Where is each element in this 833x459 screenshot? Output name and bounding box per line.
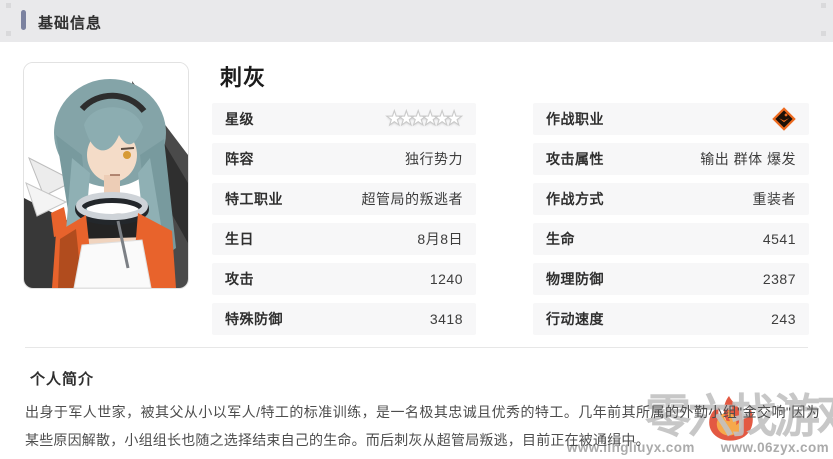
stat-table-right: 作战职业 攻击属性 输出 群体 爆发 作战方式 重装者 生命 4541 物理防御… bbox=[533, 103, 809, 343]
section-divider bbox=[25, 347, 808, 348]
stat-label: 特工职业 bbox=[225, 189, 283, 209]
profile-text: 出身于军人世家，被其父从小以军人/特工的标准训练，是一名极其忠诚且优秀的特工。几… bbox=[25, 398, 820, 454]
watermark-dot bbox=[821, 31, 826, 36]
stat-value: 超管局的叛逃者 bbox=[362, 189, 464, 209]
row-speed: 行动速度 243 bbox=[533, 303, 809, 335]
row-hp: 生命 4541 bbox=[533, 223, 809, 255]
stat-value: 1240 bbox=[430, 271, 463, 287]
row-faction: 阵容 独行势力 bbox=[212, 143, 476, 175]
watermark-dot bbox=[821, 3, 826, 8]
star-rating: ★★★★★★ bbox=[385, 109, 463, 129]
stat-label: 星级 bbox=[225, 109, 254, 129]
stat-label: 生命 bbox=[546, 229, 575, 249]
header-accent-bar bbox=[21, 10, 26, 30]
character-info-page: 基础信息 bbox=[0, 0, 833, 459]
stat-label: 生日 bbox=[225, 229, 254, 249]
stat-label: 攻击属性 bbox=[546, 149, 604, 169]
stat-label: 阵容 bbox=[225, 149, 254, 169]
row-attack-attribute: 攻击属性 输出 群体 爆发 bbox=[533, 143, 809, 175]
stat-value: 8月8日 bbox=[417, 229, 463, 249]
character-portrait-art bbox=[24, 63, 188, 288]
defender-class-diamond-icon bbox=[772, 107, 796, 131]
stat-value: 243 bbox=[771, 311, 796, 327]
row-combat-class: 作战职业 bbox=[533, 103, 809, 135]
row-agent-class: 特工职业 超管局的叛逃者 bbox=[212, 183, 476, 215]
stat-value: 输出 群体 爆发 bbox=[700, 149, 796, 169]
stat-label: 作战方式 bbox=[546, 189, 604, 209]
stat-value: 重装者 bbox=[753, 189, 797, 209]
stat-value: 2387 bbox=[763, 271, 796, 287]
watermark-dot bbox=[6, 31, 11, 36]
stat-label: 作战职业 bbox=[546, 109, 604, 129]
character-name: 刺灰 bbox=[220, 60, 266, 92]
row-combat-style: 作战方式 重装者 bbox=[533, 183, 809, 215]
row-attack: 攻击 1240 bbox=[212, 263, 476, 295]
row-star-level: 星级 ★★★★★★ bbox=[212, 103, 476, 135]
row-birthday: 生日 8月8日 bbox=[212, 223, 476, 255]
row-special-defense: 特殊防御 3418 bbox=[212, 303, 476, 335]
stat-value: 独行势力 bbox=[405, 149, 463, 169]
stat-value: 3418 bbox=[430, 311, 463, 327]
stat-label: 特殊防御 bbox=[225, 309, 283, 329]
section-header: 基础信息 bbox=[0, 0, 833, 42]
profile-heading: 个人简介 bbox=[30, 368, 94, 389]
row-physical-defense: 物理防御 2387 bbox=[533, 263, 809, 295]
stat-label: 攻击 bbox=[225, 269, 254, 289]
stat-table-left: 星级 ★★★★★★ 阵容 独行势力 特工职业 超管局的叛逃者 生日 8月8日 攻… bbox=[212, 103, 476, 343]
character-portrait bbox=[23, 62, 189, 289]
watermark-dot bbox=[6, 3, 11, 8]
stat-label: 物理防御 bbox=[546, 269, 604, 289]
stat-label: 行动速度 bbox=[546, 309, 604, 329]
stat-value: 4541 bbox=[763, 231, 796, 247]
section-title: 基础信息 bbox=[38, 12, 102, 33]
